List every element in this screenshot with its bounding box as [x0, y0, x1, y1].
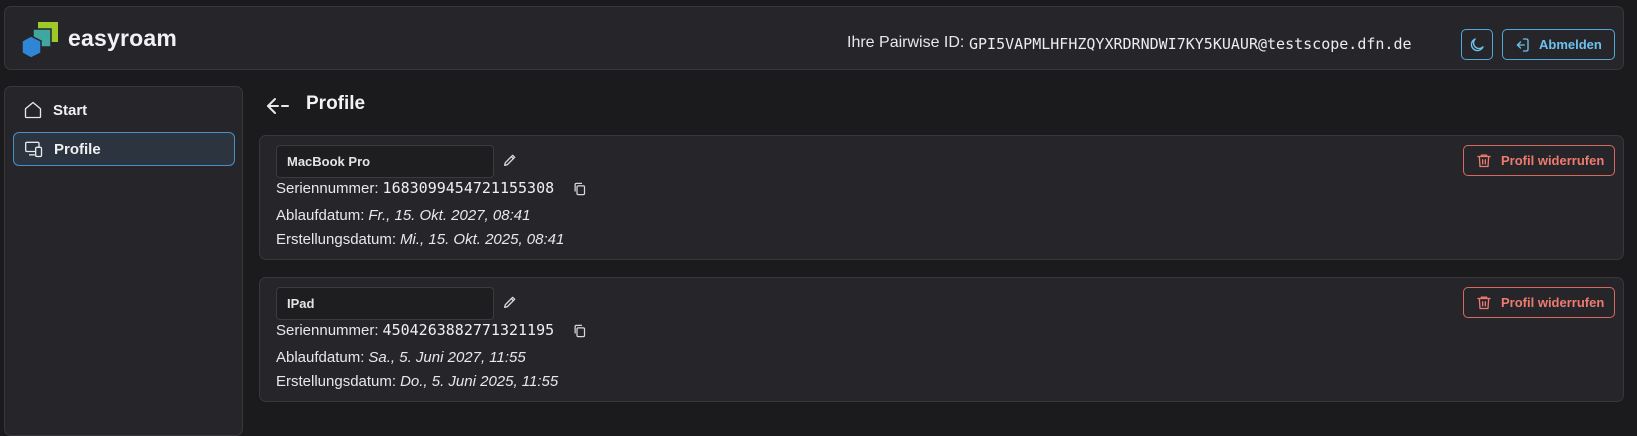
serial-value: 1683099454721155308: [382, 179, 555, 197]
created-value: Mi., 15. Okt. 2025, 08:41: [400, 231, 565, 248]
serial-value: 4504263882771321195: [382, 321, 555, 339]
created-row: Erstellungsdatum: Do., 5. Juni 2025, 11:5…: [276, 373, 558, 390]
home-icon: [24, 101, 42, 119]
trash-icon: [1477, 296, 1491, 310]
serial-label: Seriennummer:: [276, 322, 379, 339]
created-row: Erstellungsdatum: Mi., 15. Okt. 2025, 08:…: [276, 231, 564, 248]
brand-name: easyroam: [68, 25, 178, 51]
revoke-profile-button[interactable]: Profil widerrufen: [1463, 145, 1615, 176]
sidebar-item-label: Profile: [54, 140, 101, 158]
revoke-label: Profil widerrufen: [1501, 295, 1605, 310]
copy-icon[interactable]: [572, 181, 587, 197]
revoke-profile-button[interactable]: Profil widerrufen: [1463, 287, 1615, 318]
revoke-label: Profil widerrufen: [1501, 153, 1605, 168]
devices-icon: [25, 141, 43, 158]
theme-toggle-button[interactable]: [1461, 29, 1493, 60]
sidebar: Start Profile: [4, 86, 243, 436]
created-value: Do., 5. Juni 2025, 11:55: [400, 373, 559, 390]
expiry-row: Ablaufdatum: Sa., 5. Juni 2027, 11:55: [276, 349, 526, 366]
profile-name-field[interactable]: MacBook Pro: [276, 145, 494, 178]
sidebar-item-start[interactable]: Start: [13, 93, 235, 127]
pairwise-id-label: Ihre Pairwise ID:: [847, 34, 965, 51]
expiry-value: Fr., 15. Okt. 2027, 08:41: [368, 207, 531, 224]
back-arrow-icon[interactable]: [265, 95, 293, 117]
pencil-icon[interactable]: [502, 294, 518, 310]
expiry-row: Ablaufdatum: Fr., 15. Okt. 2027, 08:41: [276, 207, 530, 224]
profile-card: IPad Seriennummer: 4504263882771321195 Ab…: [259, 277, 1624, 402]
profile-card: MacBook Pro Seriennummer: 168309945472115…: [259, 135, 1624, 260]
logout-icon: [1516, 37, 1529, 52]
serial-row: Seriennummer: 4504263882771321195: [276, 321, 587, 339]
page-title: Profile: [306, 93, 366, 114]
profile-name-field[interactable]: IPad: [276, 287, 494, 320]
easyroam-logo: [22, 22, 58, 59]
trash-icon: [1477, 154, 1491, 168]
serial-row: Seriennummer: 1683099454721155308: [276, 179, 587, 197]
serial-label: Seriennummer:: [276, 180, 379, 197]
copy-icon[interactable]: [572, 323, 587, 339]
pairwise-id-value: GPI5VAPMLHFHZQYXRDRNDWI7KY5KUAUR@testsco…: [969, 35, 1412, 53]
logout-label: Abmelden: [1539, 37, 1602, 52]
moon-icon: [1470, 37, 1484, 51]
expiry-value: Sa., 5. Juni 2027, 11:55: [368, 349, 526, 366]
created-label: Erstellungsdatum:: [276, 231, 397, 248]
pencil-icon[interactable]: [502, 152, 518, 168]
sidebar-item-label: Start: [53, 101, 88, 119]
expiry-label: Ablaufdatum:: [276, 207, 365, 224]
expiry-label: Ablaufdatum:: [276, 349, 365, 366]
created-label: Erstellungsdatum:: [276, 373, 397, 390]
sidebar-item-profile[interactable]: Profile: [13, 132, 235, 166]
top-header: easyroam Ihre Pairwise ID: GPI5VAPMLHFHZ…: [4, 6, 1624, 70]
logout-button[interactable]: Abmelden: [1502, 29, 1615, 60]
